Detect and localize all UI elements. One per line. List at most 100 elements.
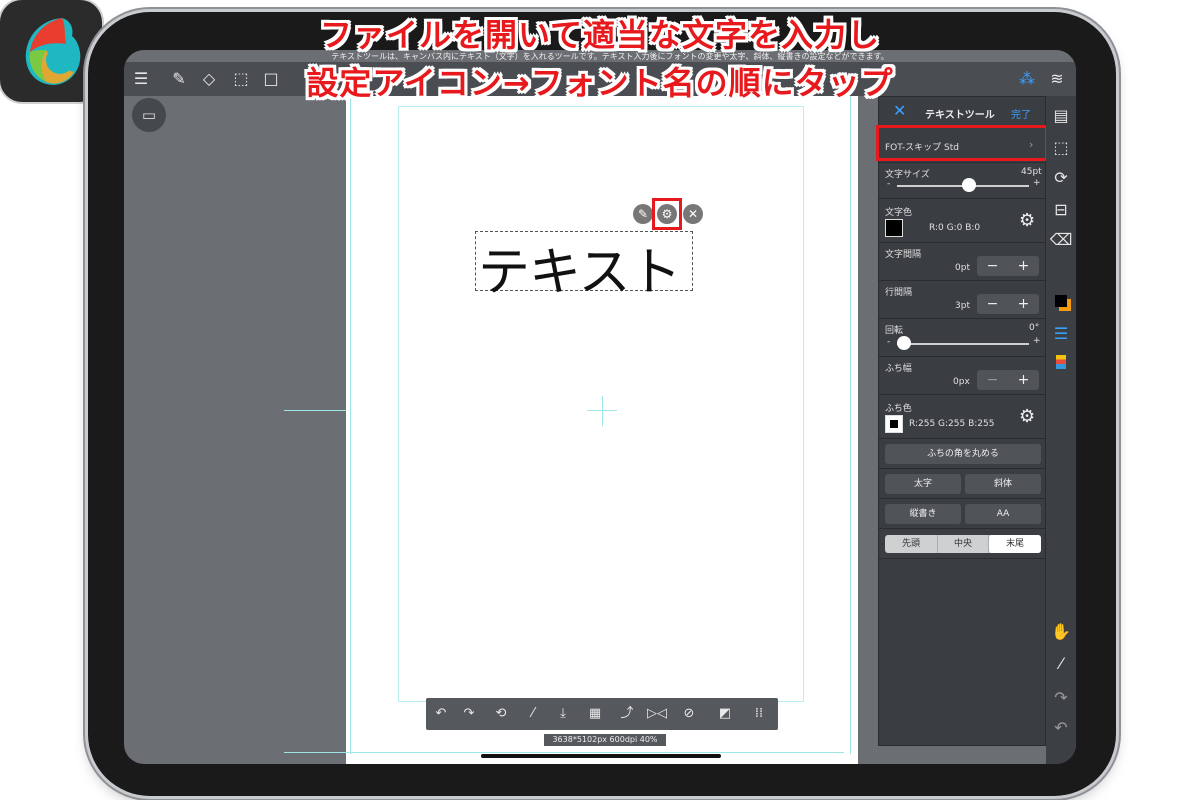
alignment-segmented-control: 先頭 中央 末尾 <box>885 535 1041 553</box>
font-size-slider-knob[interactable] <box>962 178 976 192</box>
redo-icon[interactable]: ↷ <box>458 704 480 724</box>
outline-width-value: 0px <box>953 377 970 387</box>
center-guide-horizontal <box>587 410 617 411</box>
plus-button[interactable]: + <box>1008 256 1039 276</box>
plus-button[interactable]: + <box>1008 370 1039 390</box>
bleed-guide-left-v <box>350 96 351 754</box>
undo-side-icon[interactable]: ↶ <box>1048 716 1074 740</box>
bleed-guide-left <box>284 410 346 411</box>
flip-icon[interactable]: ▷◁ <box>646 704 668 724</box>
undo-icon[interactable]: ↶ <box>430 704 452 724</box>
brush-list-icon[interactable]: ☰ <box>1048 322 1074 346</box>
letter-spacing-row: 文字間隔 0pt − + <box>879 243 1047 281</box>
outline-color-row[interactable]: ふち色 R:255 G:255 B:255 ⚙ <box>879 395 1047 439</box>
pages-icon[interactable]: ▤ <box>1048 104 1074 128</box>
rotate-reset-icon[interactable]: ⊘ <box>678 704 700 724</box>
outline-color-label: ふち色 <box>885 404 912 414</box>
hand-icon[interactable]: ✋ <box>1048 620 1074 644</box>
right-tool-column: ▤ ⬚ ⟳ ⊟ ⌫ ☰ ✋ ⁄ ↷ ↶ <box>1046 96 1076 764</box>
outline-color-value: R:255 G:255 B:255 <box>909 419 995 429</box>
snap-icon[interactable]: ◩ <box>714 704 736 724</box>
align-center[interactable]: 中央 <box>937 535 989 553</box>
italic-button[interactable]: 斜体 <box>965 474 1041 494</box>
align-start[interactable]: 先頭 <box>885 535 937 553</box>
rotation-value: 0° <box>1029 323 1040 333</box>
align-end[interactable]: 末尾 <box>989 535 1041 553</box>
text-color-gear-icon[interactable]: ⚙ <box>1019 210 1035 231</box>
transform-icon[interactable]: ⟲ <box>490 704 512 724</box>
plus-icon[interactable]: + <box>1033 178 1041 188</box>
stage: ファイルを開いて適当な文字を入力し 設定アイコン→フォント名の順にタップ テキス… <box>0 0 1200 800</box>
canvas-status: 3638*5102px 600dpi 40% <box>544 734 666 746</box>
alignment-row: 先頭 中央 末尾 <box>879 529 1047 559</box>
outline-color-swatch[interactable] <box>885 415 903 433</box>
grid-icon[interactable]: ▦ <box>584 704 606 724</box>
rotation-slider-knob[interactable] <box>897 336 911 350</box>
letter-spacing-value: 0pt <box>955 263 970 273</box>
eyedropper-tool-icon[interactable]: ⁄ <box>1048 652 1074 676</box>
round-corners-row: ふちの角を丸める <box>879 439 1047 469</box>
edit-text-icon[interactable]: ✎ <box>633 204 653 224</box>
direction-row: 縦書き AA <box>879 499 1047 529</box>
text-color-label: 文字色 <box>885 208 913 218</box>
text-object[interactable]: テキスト <box>475 231 693 303</box>
outline-color-gear-icon[interactable]: ⚙ <box>1019 406 1035 427</box>
app-screen: テキストツールは、キャンバス内にテキスト（文字）を入れるツールです。テキスト入力… <box>124 50 1076 764</box>
highlight-font-row <box>876 125 1048 161</box>
line-spacing-row: 行間隔 3pt − + <box>879 281 1047 319</box>
style-row: 太字 斜体 <box>879 469 1047 499</box>
font-size-label: 文字サイズ <box>885 170 930 180</box>
minus-button[interactable]: − <box>977 256 1008 276</box>
line-spacing-value: 3pt <box>955 301 970 311</box>
color-chip-icon[interactable] <box>1048 290 1074 314</box>
rotation-label: 回転 <box>885 326 904 336</box>
crop-guide <box>398 106 804 702</box>
plus-icon[interactable]: + <box>1033 336 1041 346</box>
plus-button[interactable]: + <box>1008 294 1039 314</box>
delete-text-icon[interactable]: ✕ <box>683 204 703 224</box>
minus-icon[interactable]: - <box>887 179 890 189</box>
text-color-row[interactable]: 文字色 R:0 G:0 B:0 ⚙ <box>879 199 1047 243</box>
caption-line-2: 設定アイコン→フォント名の順にタップ <box>306 64 894 102</box>
caption-line-1: ファイルを開いて適当な文字を入力し <box>319 16 881 54</box>
antialias-button[interactable]: AA <box>965 504 1041 524</box>
line-spacing-stepper[interactable]: − + <box>977 294 1039 314</box>
palette-icon[interactable] <box>1048 352 1074 376</box>
done-button[interactable]: 完了 <box>1011 106 1031 121</box>
text-tool-panel: ✕ テキストツール 完了 FOT-スキップ Std › 文字サイズ 45pt -… <box>878 96 1047 746</box>
eyedropper-icon[interactable]: ⁄ <box>522 704 544 724</box>
rotation-row: 回転 0° - + <box>879 319 1047 357</box>
bleed-guide-bottom <box>284 752 844 753</box>
redo-side-icon[interactable]: ↷ <box>1048 686 1074 710</box>
panel-title: テキストツール <box>925 110 995 121</box>
font-size-value: 45pt <box>1021 167 1042 177</box>
selection-layer-icon[interactable]: ⬚ <box>1048 136 1074 160</box>
home-indicator <box>481 754 721 758</box>
ruler-icon[interactable]: ⊟ <box>1048 198 1074 222</box>
more-grid-icon[interactable]: ⁞⁞ <box>748 704 770 724</box>
text-color-swatch[interactable] <box>885 219 903 237</box>
bleed-guide-right <box>850 96 851 754</box>
outline-width-row: ふち幅 0px − + <box>879 357 1047 395</box>
transform-tool-icon[interactable]: ⟳ <box>1048 166 1074 190</box>
rotation-slider[interactable] <box>897 343 1029 345</box>
vertical-writing-button[interactable]: 縦書き <box>885 504 961 524</box>
bold-button[interactable]: 太字 <box>885 474 961 494</box>
minus-button[interactable]: − <box>977 370 1008 390</box>
outline-width-label: ふち幅 <box>885 364 912 374</box>
font-size-row: 文字サイズ 45pt - + <box>879 163 1047 199</box>
canvas-page[interactable] <box>346 96 858 764</box>
share-icon[interactable]: ⤴ <box>616 704 638 724</box>
round-corners-button[interactable]: ふちの角を丸める <box>885 444 1041 464</box>
save-download-icon[interactable]: ⤓ <box>552 704 574 724</box>
highlight-gear <box>652 198 682 230</box>
bottom-toolbar: ↶ ↷ ⟲ ⁄ ⤓ ▦ ⤴ ▷◁ ⊘ ◩ ⁞⁞ <box>426 698 778 730</box>
fill-icon[interactable]: ⌫ <box>1048 228 1074 252</box>
outline-width-stepper[interactable]: − + <box>977 370 1039 390</box>
minus-button[interactable]: − <box>977 294 1008 314</box>
letter-spacing-stepper[interactable]: − + <box>977 256 1039 276</box>
minus-icon[interactable]: - <box>887 337 890 347</box>
canvas-text: テキスト <box>478 243 681 303</box>
text-color-value: R:0 G:0 B:0 <box>929 223 981 233</box>
letter-spacing-label: 文字間隔 <box>885 250 922 260</box>
